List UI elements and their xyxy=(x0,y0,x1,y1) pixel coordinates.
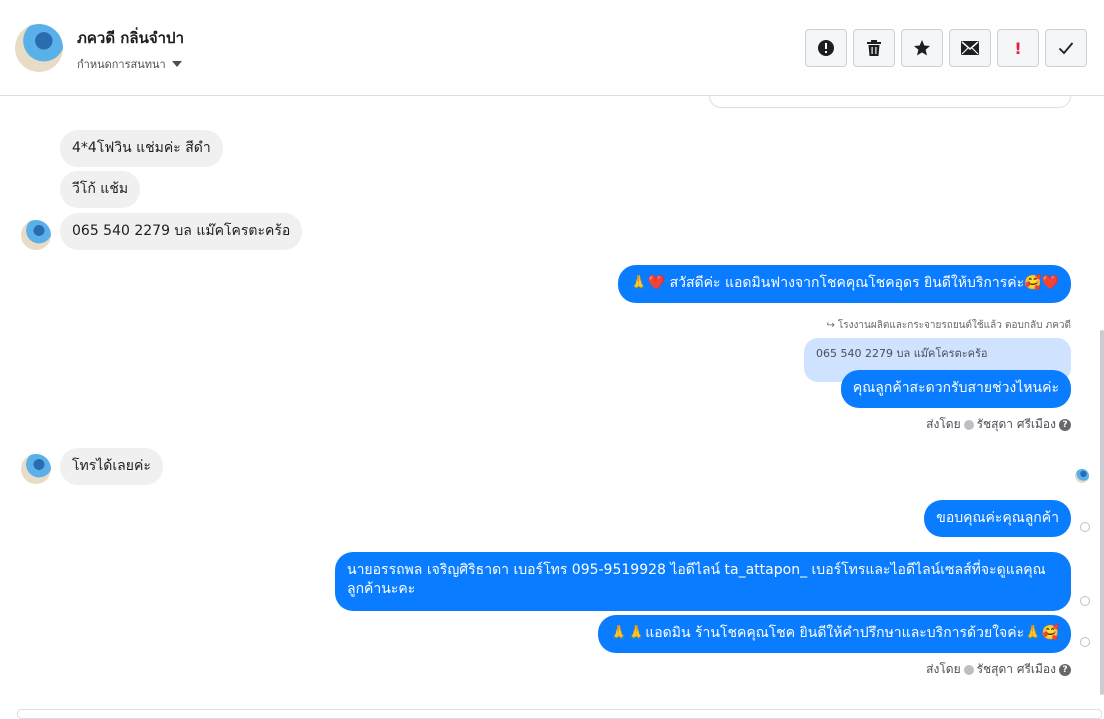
incoming-message[interactable]: 065 540 2279 บล แม๊คโครตะคร้อ xyxy=(60,213,303,250)
message-composer[interactable] xyxy=(17,709,1102,719)
conversation-settings-label: กำหนดการสนทนา xyxy=(77,58,166,71)
sent-status-icon xyxy=(963,664,974,675)
sent-by-name[interactable]: รัชสุดา ศรีเมือง xyxy=(977,660,1056,679)
seen-avatar xyxy=(1075,469,1089,483)
outgoing-message[interactable]: 🙏🙏แอดมิน ร้านโชคคุณโชค ยินดีให้คำปรึกษาแ… xyxy=(598,615,1071,653)
contact-avatar-small[interactable] xyxy=(21,454,51,484)
contact-avatar-small[interactable] xyxy=(21,220,51,250)
help-icon[interactable]: ? xyxy=(1059,418,1071,431)
message-thread[interactable]: 4*4โฟวิน แช่มค่ะ สีดำ วีโก้ แช้ม 065 540… xyxy=(0,96,1104,713)
outgoing-message[interactable]: นายอรรถพล เจริญศิริธาดา เบอร์โทร 095-951… xyxy=(335,552,1071,611)
outgoing-message[interactable]: 🙏❤️ สวัสดีค่ะ แอดมินฟางจากโชคคุณโชคอุดร … xyxy=(618,265,1071,303)
alert-circle-icon xyxy=(818,40,834,56)
outgoing-message[interactable]: คุณลูกค้าสะดวกรับสายช่วงไหนค่ะ xyxy=(840,370,1071,408)
sent-by-name[interactable]: รัชสุดา ศรีเมือง xyxy=(977,415,1056,434)
incoming-message[interactable]: 4*4โฟวิน แช่มค่ะ สีดำ xyxy=(60,130,223,167)
important-button[interactable]: ! xyxy=(997,29,1039,67)
mark-done-button[interactable] xyxy=(1045,29,1087,67)
star-icon xyxy=(914,40,930,56)
contact-name[interactable]: ภควดี กลิ่นจำปา xyxy=(77,26,184,50)
delivered-icon xyxy=(1080,522,1090,532)
mark-unread-button[interactable] xyxy=(949,29,991,67)
sent-status-icon xyxy=(963,419,974,430)
star-button[interactable] xyxy=(901,29,943,67)
reply-arrow-icon: ↪ xyxy=(826,320,835,331)
incoming-message[interactable]: วีโก้ แช้ม xyxy=(60,171,141,208)
sent-by-label: ส่งโดย xyxy=(926,662,961,676)
checkmark-icon xyxy=(1058,42,1074,55)
scrollbar[interactable] xyxy=(1100,330,1104,695)
reply-context: ↪ โรงงานผลิตและกระจายรถยนต์ใช้แล้ว ตอบกล… xyxy=(826,318,1071,333)
action-toolbar: ! xyxy=(805,29,1087,67)
exclamation-icon: ! xyxy=(1014,38,1022,58)
previous-message-bubble xyxy=(709,96,1071,108)
sent-by-label: ส่งโดย xyxy=(926,417,961,431)
delete-button[interactable] xyxy=(853,29,895,67)
trash-icon xyxy=(867,40,881,56)
conversation-settings-dropdown[interactable]: กำหนดการสนทนา xyxy=(77,55,182,73)
sent-by-info: ส่งโดย รัชสุดา ศรีเมือง ? xyxy=(926,415,1071,434)
caret-down-icon xyxy=(171,61,182,67)
sent-by-info: ส่งโดย รัชสุดา ศรีเมือง ? xyxy=(926,660,1071,679)
conversation-header: ภควดี กลิ่นจำปา กำหนดการสนทนา ! xyxy=(0,0,1104,96)
incoming-message[interactable]: โทรได้เลยค่ะ xyxy=(60,448,163,485)
help-icon[interactable]: ? xyxy=(1059,663,1071,676)
delivered-icon xyxy=(1080,596,1090,606)
mark-spam-button[interactable] xyxy=(805,29,847,67)
contact-avatar[interactable] xyxy=(15,24,63,72)
reply-context-text: โรงงานผลิตและกระจายรถยนต์ใช้แล้ว ตอบกลับ… xyxy=(837,320,1071,331)
envelope-icon xyxy=(961,41,979,55)
outgoing-message[interactable]: ขอบคุณค่ะคุณลูกค้า xyxy=(924,500,1071,537)
delivered-icon xyxy=(1080,637,1090,647)
